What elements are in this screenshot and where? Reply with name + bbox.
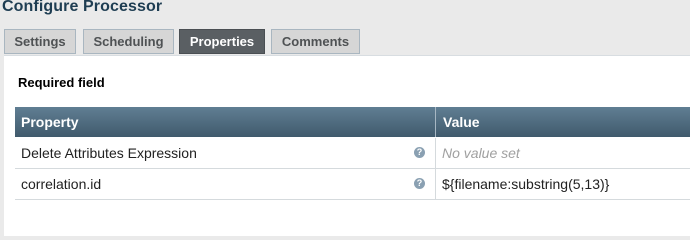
help-icon[interactable]: ? xyxy=(414,178,425,189)
row-divider xyxy=(435,169,436,199)
property-value[interactable]: No value set xyxy=(442,138,520,169)
dialog-title: Configure Processor xyxy=(2,0,163,15)
table-row[interactable]: Delete Attributes Expression ? No value … xyxy=(15,138,690,169)
tab-scheduling[interactable]: Scheduling xyxy=(83,29,174,54)
property-value[interactable]: ${filename:substring(5,13)} xyxy=(442,169,609,200)
table-row[interactable]: correlation.id ? ${filename:substring(5,… xyxy=(15,169,690,200)
property-name: Delete Attributes Expression xyxy=(21,145,197,161)
header-property[interactable]: Property xyxy=(21,107,79,137)
tab-properties[interactable]: Properties xyxy=(179,29,265,54)
tab-settings[interactable]: Settings xyxy=(4,29,76,54)
help-icon[interactable]: ? xyxy=(414,147,425,158)
column-divider[interactable] xyxy=(435,107,436,137)
property-name: correlation.id xyxy=(21,176,102,192)
row-divider xyxy=(435,138,436,168)
table-header: Property Value xyxy=(15,107,690,137)
tab-comments[interactable]: Comments xyxy=(271,29,360,54)
required-field-label: Required field xyxy=(18,75,105,90)
header-value[interactable]: Value xyxy=(443,107,480,137)
